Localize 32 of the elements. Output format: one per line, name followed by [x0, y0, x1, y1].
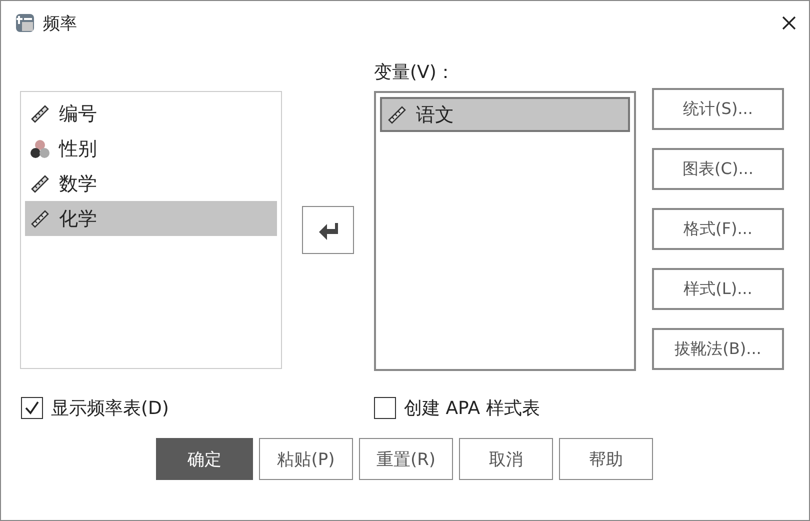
- app-icon: [15, 13, 35, 33]
- option-button[interactable]: 图表(C)...: [652, 148, 784, 190]
- ruler-icon: [386, 104, 408, 126]
- option-button[interactable]: 样式(L)...: [652, 268, 784, 310]
- variables-label: 变量(V)：: [374, 65, 456, 81]
- variable-item[interactable]: 化学: [25, 201, 277, 236]
- ruler-icon: [29, 172, 51, 194]
- selected-variable-list[interactable]: 语文: [374, 91, 636, 371]
- checkbox-label: 创建 APA 样式表: [404, 397, 540, 420]
- variable-item[interactable]: 数学: [25, 166, 277, 201]
- option-button[interactable]: 拔靴法(B)...: [652, 328, 784, 370]
- move-button[interactable]: [302, 206, 354, 254]
- arrow-left-icon: [317, 220, 339, 240]
- dialog-button[interactable]: 帮助: [559, 438, 653, 480]
- ruler-icon: [29, 208, 51, 230]
- dialog-button[interactable]: 取消: [459, 438, 553, 480]
- source-variable-list[interactable]: 编号 性别 数学 化学: [20, 91, 282, 369]
- option-button[interactable]: 统计(S)...: [652, 88, 784, 130]
- dialog-button[interactable]: 确定: [156, 438, 253, 480]
- checkbox[interactable]: [21, 397, 43, 419]
- circles-icon: [29, 138, 51, 160]
- checkbox-label: 显示频率表(D): [51, 397, 169, 420]
- ruler-icon: [29, 102, 51, 124]
- close-icon[interactable]: [781, 15, 797, 31]
- option-button[interactable]: 格式(F)...: [652, 208, 784, 250]
- dialog-button[interactable]: 粘贴(P): [259, 438, 353, 480]
- checkbox[interactable]: [374, 397, 396, 419]
- dialog-button[interactable]: 重置(R): [359, 438, 453, 480]
- window-title: 频率: [43, 12, 78, 34]
- variable-item[interactable]: 编号: [25, 96, 277, 131]
- variable-item[interactable]: 性别: [25, 131, 277, 166]
- variable-item[interactable]: 语文: [380, 97, 630, 132]
